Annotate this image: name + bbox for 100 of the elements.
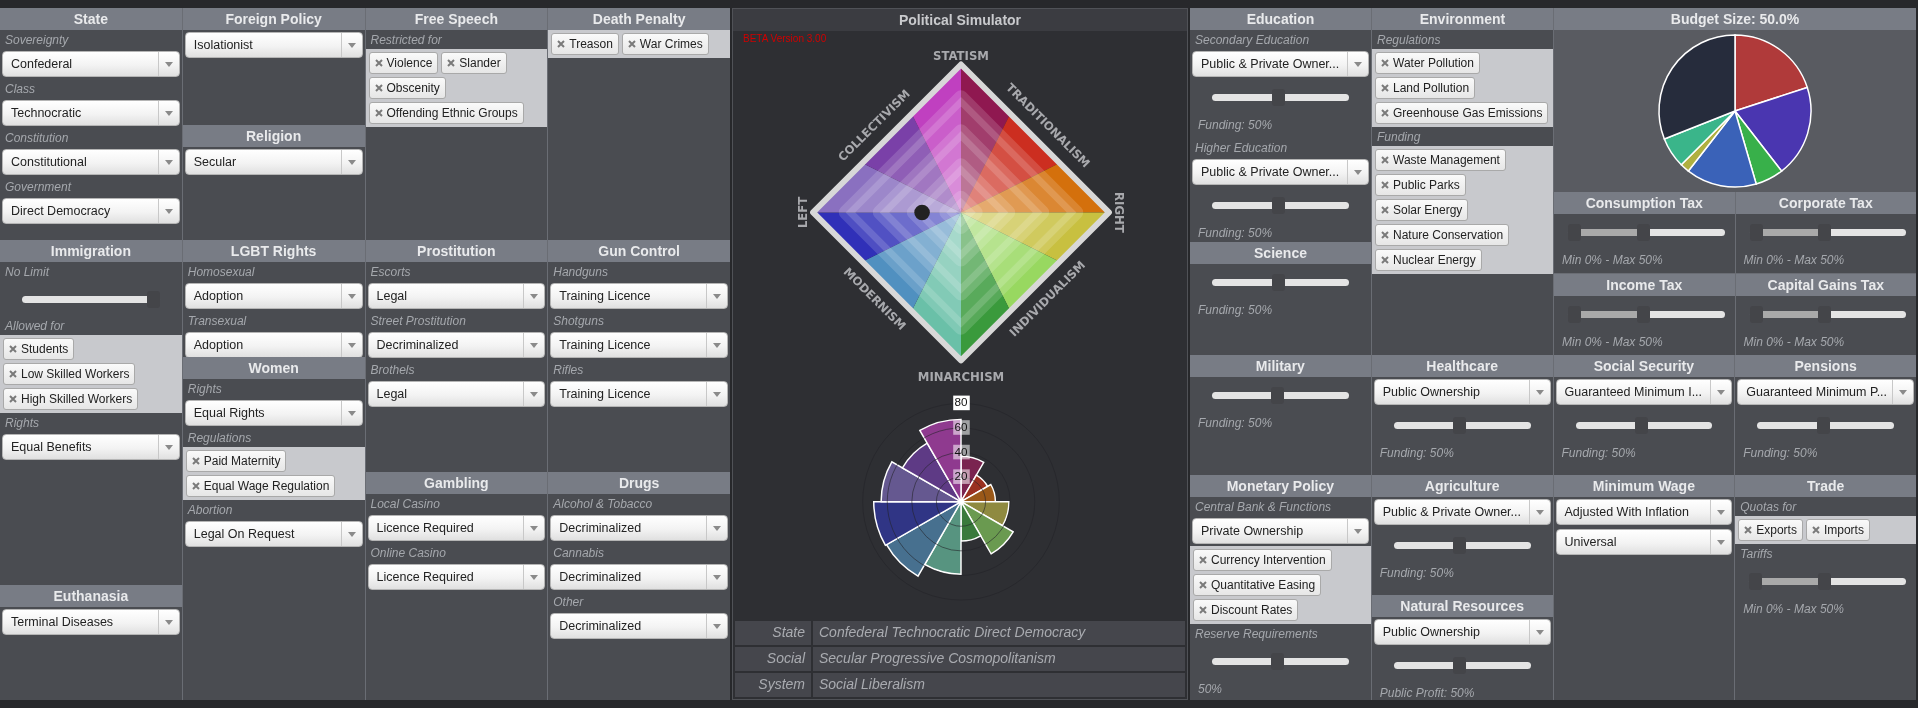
dropdown[interactable]: Legal (367, 283, 546, 309)
section-header: Trade (1735, 475, 1916, 497)
tag[interactable]: Imports (1805, 519, 1870, 541)
dropdown[interactable]: Training Licence (550, 381, 728, 407)
tag[interactable]: Land Pollution (1375, 77, 1476, 99)
section-header: Budget Size: 50.0% (1554, 8, 1916, 30)
axis-tick-label: 60 (953, 419, 970, 435)
value-note: Min 0% - Max 50% (1742, 252, 1846, 269)
dropdown[interactable]: Direct Democracy (2, 198, 180, 224)
tag[interactable]: Students (3, 338, 75, 360)
dropdown[interactable]: Public & Private Owner... (1192, 51, 1369, 77)
value-note: Public Profit: 50% (1378, 685, 1476, 700)
field-label: Online Casino (369, 545, 447, 562)
dropdown[interactable]: Equal Benefits (2, 434, 180, 460)
dropdown[interactable]: Decriminalized (367, 332, 546, 358)
field-label: No Limit (4, 264, 51, 281)
dropdown[interactable]: Constitutional (2, 149, 180, 175)
axis-tick-label: 20 (953, 468, 970, 484)
value-note: Funding: 50% (1742, 445, 1819, 462)
dropdown[interactable]: Equal Rights (184, 400, 363, 426)
dropdown[interactable]: Private Ownership (1192, 518, 1369, 544)
dropdown[interactable]: Licence Required (367, 515, 546, 541)
dropdown[interactable]: Adoption (184, 332, 363, 357)
dropdown[interactable]: Adoption (184, 283, 363, 309)
section-header: Immigration (0, 240, 182, 262)
field-label: Quotas for (1739, 499, 1798, 516)
value-note: Funding: 50% (1378, 445, 1455, 462)
section-header: Religion (182, 125, 365, 147)
field-label: Government (4, 179, 73, 196)
dropdown[interactable]: Guaranteed Minimum P... (1737, 379, 1914, 405)
field-label: Rights (186, 381, 223, 398)
section-header: Death Penalty (548, 8, 730, 30)
field-label: Secondary Education (1194, 32, 1311, 49)
dropdown[interactable]: Decriminalized (550, 515, 728, 541)
value-note: Funding: 50% (1560, 445, 1637, 462)
dropdown[interactable]: Public & Private Owner... (1373, 499, 1551, 525)
section-header: Gun Control (548, 240, 730, 262)
tag[interactable]: Nature Conservation (1375, 224, 1510, 246)
field-label: Local Casino (369, 496, 441, 513)
tag[interactable]: Paid Maternity (185, 450, 287, 472)
tag[interactable]: Public Parks (1375, 174, 1466, 196)
tag[interactable]: Currency Intervention (1193, 549, 1332, 571)
field-label: Cannabis (552, 545, 605, 562)
dropdown[interactable]: Decriminalized (550, 613, 728, 639)
dropdown[interactable]: Training Licence (550, 283, 728, 309)
dropdown[interactable]: Licence Required (367, 564, 546, 590)
tag[interactable]: Greenhouse Gas Emissions (1375, 102, 1549, 124)
dropdown[interactable]: Confederal (2, 51, 180, 77)
dropdown[interactable]: Universal (1555, 529, 1733, 555)
dropdown[interactable]: Public Ownership (1373, 619, 1551, 645)
tag[interactable]: Slander (441, 52, 507, 74)
tag[interactable]: Equal Wage Regulation (185, 475, 336, 497)
section-header: Natural Resources (1371, 595, 1553, 617)
axis-label: LEFT (795, 196, 810, 228)
section-header: Minimum Wage (1553, 475, 1735, 497)
dropdown[interactable]: Terminal Diseases (2, 609, 180, 635)
tag[interactable]: Exports (1738, 519, 1803, 541)
tag[interactable]: Solar Energy (1375, 199, 1469, 221)
dropdown[interactable]: Technocratic (2, 100, 180, 126)
dropdown[interactable]: Public Ownership (1373, 379, 1551, 405)
section-header: Income Tax (1554, 274, 1735, 296)
section-header: Corporate Tax (1735, 192, 1916, 214)
tag[interactable]: Violence (368, 52, 439, 74)
dropdown[interactable]: Public & Private Owner... (1192, 159, 1369, 185)
tag[interactable]: Treason (551, 33, 619, 55)
dropdown[interactable]: Training Licence (550, 332, 728, 358)
field-label: Transexual (186, 313, 248, 330)
field-label: Shotguns (552, 313, 605, 330)
tag[interactable]: Obscenity (368, 77, 446, 99)
field-label: Central Bank & Functions (1194, 499, 1333, 516)
value-note: 50% (1197, 681, 1224, 698)
tag[interactable]: Offending Ethnic Groups (368, 102, 524, 124)
dropdown[interactable]: Decriminalized (550, 564, 728, 590)
field-label: Restricted for (369, 32, 443, 49)
section-header: Capital Gains Tax (1735, 274, 1916, 296)
dropdown[interactable]: Legal (367, 381, 546, 407)
tag[interactable]: High Skilled Workers (3, 388, 139, 410)
section-header: Drugs (548, 472, 730, 494)
value-note: Funding: 50% (1378, 565, 1455, 582)
tag[interactable]: Low Skilled Workers (3, 363, 136, 385)
dropdown[interactable]: Legal On Request (184, 521, 363, 547)
tag[interactable]: Quantitative Easing (1193, 574, 1322, 596)
field-label: Funding (1376, 129, 1422, 146)
field-label: Brothels (369, 362, 416, 379)
section-header: Free Speech (365, 8, 548, 30)
section-header: Euthanasia (0, 585, 182, 607)
tag[interactable]: Discount Rates (1193, 599, 1299, 621)
summary-value: Secular Progressive Cosmopolitanism (813, 647, 1185, 671)
section-header: State (0, 8, 182, 30)
tag[interactable]: Nuclear Energy (1375, 249, 1482, 271)
dropdown[interactable]: Isolationist (184, 32, 363, 58)
dropdown[interactable]: Adjusted With Inflation (1555, 499, 1733, 525)
field-label: Rights (4, 415, 40, 432)
tag[interactable]: Water Pollution (1375, 52, 1480, 74)
dropdown[interactable]: Guaranteed Minimum I... (1555, 379, 1733, 405)
section-header: Women (182, 357, 365, 379)
section-header: Science (1190, 242, 1371, 264)
tag[interactable]: Waste Management (1375, 149, 1506, 171)
dropdown[interactable]: Secular (184, 149, 363, 175)
tag[interactable]: War Crimes (621, 33, 709, 55)
